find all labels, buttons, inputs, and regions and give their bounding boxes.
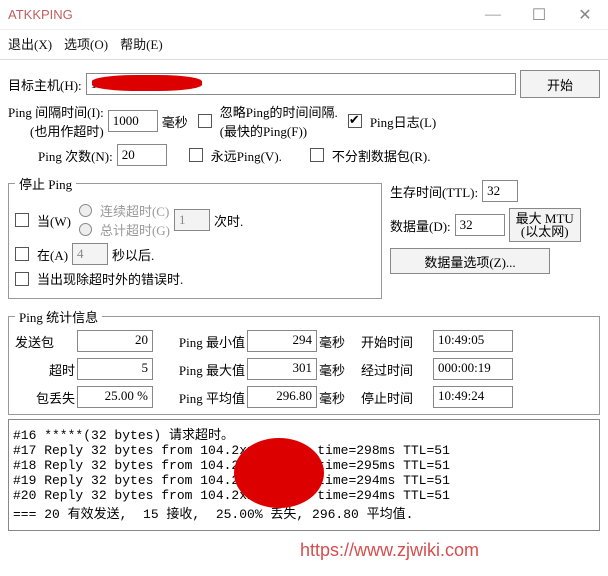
stoptime-label: 停止时间 bbox=[361, 388, 431, 407]
total-label: 总计超时(G) bbox=[100, 220, 170, 239]
titlebar: ATKKPING — ☐ ✕ bbox=[0, 0, 608, 30]
redaction-scribble bbox=[234, 438, 324, 508]
interval-label-2: (也用作超时) bbox=[8, 121, 104, 140]
stop-when-label: 当(W) bbox=[37, 211, 71, 230]
max-value: 301 bbox=[247, 358, 317, 380]
consec-label: 连续超时(C) bbox=[100, 201, 169, 220]
log-line-2: #17 Reply 32 bytes from 104.2xx.xx.79: t… bbox=[13, 443, 450, 458]
maximize-button[interactable]: ☐ bbox=[516, 0, 562, 30]
ignore-interval-checkbox[interactable] bbox=[198, 114, 212, 128]
avg-label: Ping 平均值 bbox=[155, 388, 245, 407]
count-label: Ping 次数(N): bbox=[38, 146, 113, 165]
stop-onerror-label: 当出现除超时外的错误时. bbox=[37, 269, 183, 288]
menu-options[interactable]: 选项(O) bbox=[64, 34, 108, 53]
target-row: 目标主机(H): 开始 bbox=[8, 70, 600, 98]
minimize-button[interactable]: — bbox=[470, 0, 516, 30]
datasize-label: 数据量(D): bbox=[390, 216, 451, 235]
menu-exit[interactable]: 退出(X) bbox=[8, 34, 52, 53]
count-input[interactable] bbox=[117, 144, 167, 166]
loss-label: 包丢失 bbox=[15, 388, 75, 407]
min-unit: 毫秒 bbox=[319, 332, 359, 351]
stoptime-value: 10:49:24 bbox=[433, 386, 513, 408]
ping-log-label: Ping日志(L) bbox=[370, 112, 436, 131]
nofrag-label: 不分割数据包(R). bbox=[332, 146, 431, 165]
log-line-6: === 20 有效发送, 15 接收, 25.00% 丢失, 296.80 平均… bbox=[13, 507, 413, 522]
stop-onerror-checkbox[interactable] bbox=[15, 272, 29, 286]
window-title: ATKKPING bbox=[0, 7, 470, 22]
consec-radio[interactable] bbox=[79, 204, 92, 217]
timeout-label: 超时 bbox=[15, 360, 75, 379]
sent-label: 发送包 bbox=[15, 332, 75, 351]
close-button[interactable]: ✕ bbox=[562, 0, 608, 30]
redaction-mark bbox=[92, 75, 202, 91]
mtu-button[interactable]: 最大 MTU (以太网) bbox=[509, 208, 581, 242]
stop-legend: 停止 Ping bbox=[15, 174, 76, 193]
min-label: Ping 最小值 bbox=[155, 332, 245, 351]
mtu-btn-line2: (以太网) bbox=[516, 225, 574, 238]
loss-value: 25.00 % bbox=[77, 386, 153, 408]
stop-at-label: 在(A) bbox=[37, 245, 68, 264]
ignore-label-2: (最快的Ping(F)) bbox=[220, 121, 338, 140]
stop-at-checkbox[interactable] bbox=[15, 247, 29, 261]
interval-label-1: Ping 间隔时间(I): bbox=[8, 102, 104, 121]
avg-value: 296.80 bbox=[247, 386, 317, 408]
max-unit: 毫秒 bbox=[319, 360, 359, 379]
ttl-label: 生存时间(TTL): bbox=[390, 182, 478, 201]
watermark: https://www.zjwiki.com bbox=[300, 540, 479, 561]
data-options-button[interactable]: 数据量选项(Z)... bbox=[390, 248, 550, 274]
stop-ping-group: 停止 Ping 当(W) 连续超时(C) 总计超时(G) 次时. 在(A) 秒以… bbox=[8, 174, 382, 299]
stop-at-input[interactable] bbox=[72, 243, 108, 265]
count-row: Ping 次数(N): 永远Ping(V). 不分割数据包(R). bbox=[8, 144, 600, 166]
interval-input[interactable] bbox=[108, 110, 158, 132]
log-line-5: #20 Reply 32 bytes from 104.2xx.xx.79: t… bbox=[13, 488, 450, 503]
menu-help[interactable]: 帮助(E) bbox=[120, 34, 163, 53]
total-radio[interactable] bbox=[79, 223, 92, 236]
target-label: 目标主机(H): bbox=[8, 75, 82, 94]
stop-times-suffix: 次时. bbox=[214, 211, 243, 230]
elapsed-label: 经过时间 bbox=[361, 360, 431, 379]
elapsed-value: 000:00:19 bbox=[433, 358, 513, 380]
nofrag-checkbox[interactable] bbox=[310, 148, 324, 162]
stop-at-suffix: 秒以后. bbox=[112, 245, 154, 264]
log-line-1: #16 *****(32 bytes) 请求超时。 bbox=[13, 428, 234, 443]
log-box[interactable]: #16 *****(32 bytes) 请求超时。 #17 Reply 32 b… bbox=[8, 419, 600, 531]
forever-label: 永远Ping(V). bbox=[211, 146, 282, 165]
log-line-4: #19 Reply 32 bytes from 104.2xx.xx.79: t… bbox=[13, 473, 450, 488]
start-value: 10:49:05 bbox=[433, 330, 513, 352]
timeout-value: 5 bbox=[77, 358, 153, 380]
stats-group: Ping 统计信息 发送包 20 Ping 最小值 294 毫秒 开始时间 10… bbox=[8, 307, 600, 415]
sent-value: 20 bbox=[77, 330, 153, 352]
menubar: 退出(X) 选项(O) 帮助(E) bbox=[0, 30, 608, 60]
forever-checkbox[interactable] bbox=[189, 148, 203, 162]
interval-row: Ping 间隔时间(I): (也用作超时) 毫秒 忽略Ping的时间间隔. (最… bbox=[8, 102, 600, 140]
ttl-input[interactable] bbox=[482, 180, 518, 202]
stats-legend: Ping 统计信息 bbox=[15, 307, 102, 326]
max-label: Ping 最大值 bbox=[155, 360, 245, 379]
interval-unit: 毫秒 bbox=[162, 112, 188, 131]
start-button[interactable]: 开始 bbox=[520, 70, 600, 98]
start-label: 开始时间 bbox=[361, 332, 431, 351]
ping-log-checkbox[interactable] bbox=[348, 114, 362, 128]
min-value: 294 bbox=[247, 330, 317, 352]
log-line-3: #18 Reply 32 bytes from 104.2xx.xx.79: t… bbox=[13, 458, 450, 473]
ignore-label-1: 忽略Ping的时间间隔. bbox=[220, 102, 338, 121]
datasize-input[interactable] bbox=[455, 214, 505, 236]
stop-when-checkbox[interactable] bbox=[15, 213, 29, 227]
avg-unit: 毫秒 bbox=[319, 388, 359, 407]
stop-times-input[interactable] bbox=[174, 209, 210, 231]
right-panel: 生存时间(TTL): 数据量(D): 最大 MTU (以太网) 数据量选项(Z)… bbox=[390, 170, 600, 303]
